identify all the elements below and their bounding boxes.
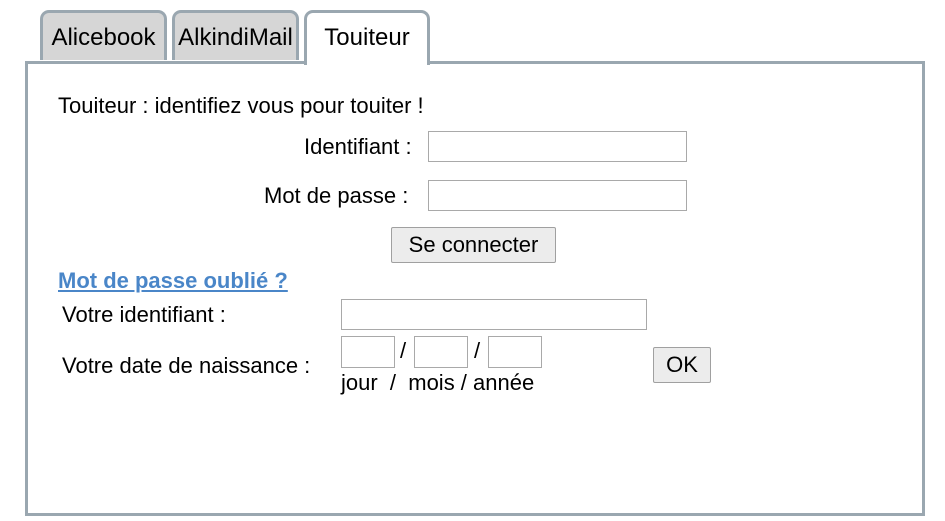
password-input[interactable] [428, 180, 687, 211]
date-separator: / [474, 338, 481, 363]
forgot-password-link[interactable]: Mot de passe oublié ? [58, 268, 288, 294]
tab-alicebook[interactable]: Alicebook [40, 10, 167, 60]
birth-year-input[interactable] [488, 336, 542, 368]
login-heading: Touiteur : identifiez vous pour touiter … [58, 93, 424, 118]
recovery-id-label: Votre identifiant : [62, 302, 226, 327]
recovery-id-input[interactable] [341, 299, 647, 330]
date-separator: / [400, 338, 407, 363]
login-button[interactable]: Se connecter [391, 227, 556, 263]
username-input[interactable] [428, 131, 687, 162]
ok-button[interactable]: OK [653, 347, 711, 383]
username-label: Identifiant : [304, 134, 412, 159]
tab-bar: Alicebook AlkindiMail Touiteur [0, 0, 945, 65]
password-label: Mot de passe : [264, 183, 409, 208]
date-format-hint: jour / mois / année [341, 370, 535, 395]
birth-day-input[interactable] [341, 336, 395, 368]
tab-alkindimail[interactable]: AlkindiMail [172, 10, 299, 60]
birth-month-input[interactable] [414, 336, 468, 368]
tab-touiteur[interactable]: Touiteur [304, 10, 430, 65]
tab-panel-touiteur: Touiteur : identifiez vous pour touiter … [25, 61, 925, 516]
birthdate-label: Votre date de naissance : [62, 353, 311, 378]
